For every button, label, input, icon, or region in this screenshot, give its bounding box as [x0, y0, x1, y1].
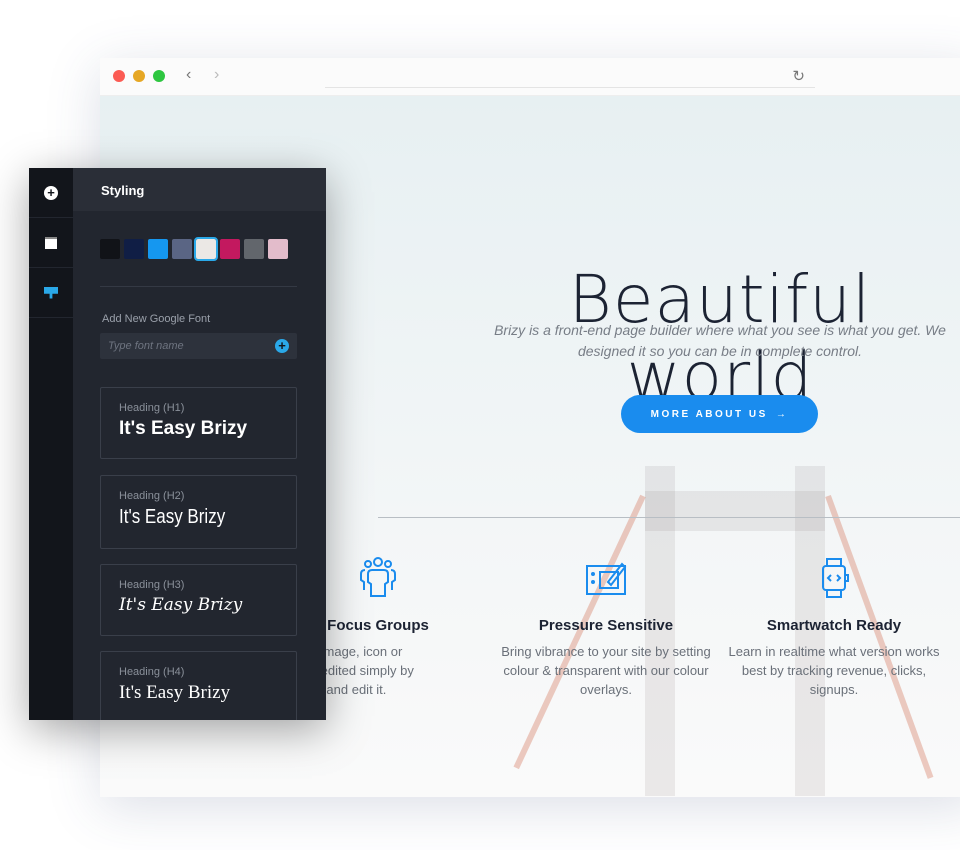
minimize-dot[interactable] — [133, 70, 145, 82]
add-font-icon[interactable]: + — [275, 339, 289, 353]
feature-text: Bring vibrance to your site by setting c… — [501, 644, 711, 697]
heading-label: Heading (H1) — [119, 402, 185, 414]
heading-h1-card[interactable]: Heading (H1) It's Easy Brizy — [100, 387, 297, 459]
layers-icon — [45, 236, 57, 249]
address-bar[interactable]: ↻ — [325, 64, 815, 88]
panel-sidebar: + — [29, 168, 73, 720]
plus-circle-icon: + — [44, 185, 58, 200]
divider — [100, 286, 297, 287]
reload-icon[interactable]: ↻ — [792, 67, 805, 85]
arrow-right-icon: → — [775, 408, 789, 420]
panel-title: Styling — [73, 168, 326, 211]
bridge-beam — [645, 491, 825, 531]
font-search-field: + — [100, 333, 297, 359]
paint-roller-icon — [44, 286, 58, 299]
more-about-us-button[interactable]: MORE ABOUT US → — [621, 395, 818, 433]
color-swatch[interactable] — [220, 239, 240, 259]
divider — [378, 517, 960, 518]
feature-pressure-sensitive: Pressure Sensitive Bring vibrance to you… — [496, 556, 716, 699]
heading-h4-card[interactable]: Heading (H4) It's Easy Brizy — [100, 651, 297, 720]
color-swatch[interactable] — [124, 239, 144, 259]
heading-label: Heading (H4) — [119, 666, 185, 678]
color-swatch[interactable] — [268, 239, 288, 259]
feature-smartwatch-ready: Smartwatch Ready Learn in realtime what … — [724, 556, 944, 699]
browser-toolbar: ‹ › ↻ — [100, 58, 960, 96]
heading-sample: It's Easy Brizy — [119, 506, 226, 528]
drawing-tablet-icon — [586, 562, 627, 595]
heading-sample: It's Easy Brizy — [119, 418, 248, 439]
back-icon[interactable]: ‹ — [186, 66, 191, 84]
button-label: MORE ABOUT US — [650, 408, 768, 420]
feature-title: Pressure Sensitive — [538, 617, 674, 634]
hero-description: Brizy is a front-end page builder where … — [494, 322, 946, 359]
heading-sample: It's Easy Brizy — [119, 595, 243, 615]
heading-h3-card[interactable]: Heading (H3) It's Easy Brizy — [100, 564, 297, 636]
add-element-button[interactable]: + — [29, 168, 73, 218]
color-swatch[interactable] — [194, 237, 218, 261]
smartwatch-icon — [822, 558, 849, 598]
color-palette — [100, 237, 326, 261]
users-icon — [360, 557, 396, 597]
close-dot[interactable] — [113, 70, 125, 82]
heading-h2-card[interactable]: Heading (H2) It's Easy Brizy — [100, 475, 297, 549]
forward-icon[interactable]: › — [214, 66, 219, 84]
font-name-input[interactable] — [108, 340, 258, 352]
styling-panel: + Styling Add New Google Font + Heading … — [29, 168, 326, 720]
font-label: Add New Google Font — [102, 313, 211, 325]
color-swatch[interactable] — [172, 239, 192, 259]
heading-label: Heading (H3) — [119, 579, 185, 591]
styling-button[interactable] — [29, 268, 73, 318]
feature-title: Smartwatch Ready — [766, 617, 902, 634]
heading-sample: It's Easy Brizy — [119, 682, 231, 703]
color-swatch[interactable] — [100, 239, 120, 259]
color-swatch[interactable] — [244, 239, 264, 259]
pages-button[interactable] — [29, 218, 73, 268]
color-swatch[interactable] — [148, 239, 168, 259]
heading-label: Heading (H2) — [119, 490, 185, 502]
maximize-dot[interactable] — [153, 70, 165, 82]
feature-text: Learn in realtime what version works bes… — [728, 644, 940, 697]
